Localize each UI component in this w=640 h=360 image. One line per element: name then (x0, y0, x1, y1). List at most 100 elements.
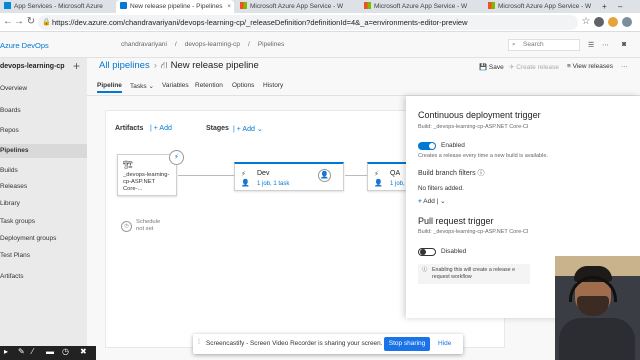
devops-icon (120, 2, 127, 9)
continuous-deployment-trigger-icon[interactable]: ⚡ (169, 150, 184, 165)
browser-tab-bar: App Services - Microsoft Azure New relea… (0, 0, 640, 13)
save-button[interactable]: 💾 Save (479, 63, 504, 71)
sidebar-item-label: Pipelines (0, 147, 29, 154)
tab-retention[interactable]: Retention (195, 82, 223, 89)
tab-label: Microsoft Azure App Service - W (374, 3, 468, 10)
sidebar-item-task-groups[interactable]: Task groups (0, 215, 87, 229)
sidebar-item-repos[interactable]: Repos (0, 124, 87, 138)
add-icon[interactable]: + (73, 59, 80, 73)
title-separator: › (153, 60, 157, 71)
close-icon[interactable]: ✖ (80, 347, 87, 356)
new-tab-icon[interactable]: + (602, 0, 607, 13)
add-filter-button[interactable]: + Add | ⌄ (418, 197, 446, 208)
sidebar-item-overview[interactable]: Overview (0, 82, 87, 96)
view-releases-button[interactable]: ≡ View releases (567, 63, 613, 70)
tab-label: App Services - Microsoft Azure (14, 3, 103, 10)
hide-button[interactable]: Hide (438, 340, 451, 347)
close-tab-icon[interactable]: × (227, 0, 231, 13)
extension-icon[interactable] (594, 17, 604, 27)
list-icon[interactable]: ☰ (588, 41, 594, 49)
search-placeholder: Search (523, 41, 544, 48)
browser-tab[interactable]: Microsoft Azure App Service - W (484, 0, 596, 13)
more-icon[interactable]: ⋯ (602, 41, 609, 49)
profile-avatar[interactable] (622, 17, 632, 27)
highlighter-icon[interactable]: ⁄ (32, 347, 33, 356)
sidebar-item-label: Boards (0, 107, 21, 114)
sidebar-item-pipelines[interactable]: Pipelines (0, 144, 87, 158)
tab-history[interactable]: History (263, 82, 283, 89)
sidebar-item-library[interactable]: Library (0, 197, 87, 211)
pen-icon[interactable]: ✎ (18, 347, 25, 356)
more-actions-button[interactable]: ··· (621, 63, 628, 70)
camera-icon[interactable]: ▸ (4, 347, 8, 356)
breadcrumb-org[interactable]: chandravariyani (121, 41, 167, 48)
stage-name: Dev (257, 170, 270, 177)
all-pipelines-link[interactable]: All pipelines (99, 60, 150, 71)
avatar[interactable]: ◙ (622, 41, 626, 48)
cd-trigger-toggle[interactable] (418, 142, 436, 150)
reload-icon[interactable]: ↻ (25, 16, 37, 28)
screen-share-bar: ⁞ Screencastify - Screen Video Recorder … (193, 334, 463, 354)
tab-variables[interactable]: Variables (162, 82, 189, 89)
add-stage-button[interactable]: | + Add ⌄ (233, 125, 263, 133)
stages-heading: Stages (206, 125, 229, 132)
page-title: All pipelines › ⛙ New release pipeline (99, 60, 259, 72)
stage-jobs-link[interactable]: 1 job, 1 task (257, 181, 289, 187)
pre-deployment-conditions-icon[interactable]: ⚡ 👤 (374, 170, 383, 188)
forward-icon[interactable]: → (13, 16, 25, 28)
info-icon[interactable]: ⓘ (478, 170, 485, 177)
lock-icon: 🔒 (42, 19, 51, 26)
extension-icon[interactable] (608, 17, 618, 27)
chevron-down-icon[interactable]: ⌄ (440, 198, 445, 205)
post-deployment-conditions-icon[interactable]: 👤 (318, 169, 331, 182)
sidebar-item-boards[interactable]: Boards (0, 104, 87, 118)
tab-options[interactable]: Options (232, 82, 254, 89)
sidebar-item-releases[interactable]: Releases (0, 180, 87, 194)
star-icon[interactable]: ☆ (580, 16, 592, 28)
browser-tab-active[interactable]: New release pipeline - Pipelines × (116, 0, 234, 13)
artifacts-heading: Artifacts (115, 125, 144, 132)
plus-icon: + (418, 198, 422, 205)
schedule-value: not set (136, 226, 154, 232)
sidebar-item-builds[interactable]: Builds (0, 164, 87, 178)
branch-filters-label: Build branch filters (418, 170, 476, 177)
url-input[interactable]: 🔒 https://dev.azure.com/chandravariyani/… (38, 15, 578, 30)
cd-trigger-build: Build: _devops-learning-cp-ASP.NET Core-… (418, 124, 529, 130)
schedule-icon[interactable]: ◷ (121, 221, 132, 232)
tab-tasks[interactable]: Tasks ⌄ (130, 82, 154, 90)
pr-trigger-toggle[interactable] (418, 248, 436, 256)
save-icon: 💾 (479, 64, 488, 71)
minimize-icon[interactable]: – (618, 0, 622, 13)
create-release-button[interactable]: ✈ Create release (509, 63, 559, 71)
schedule-label: Schedule (136, 219, 161, 225)
browser-tab[interactable]: Microsoft Azure App Service - W (360, 0, 480, 13)
browser-tab[interactable]: App Services - Microsoft Azure (0, 0, 116, 13)
add-filter-label: Add (423, 198, 435, 205)
search-input[interactable]: ⌕ Search (508, 39, 580, 51)
sidebar-item-test-plans[interactable]: Test Plans (0, 249, 87, 263)
drag-handle-icon[interactable]: ⁞ (198, 339, 200, 346)
sidebar-item-artifacts[interactable]: Artifacts (0, 270, 87, 284)
project-name[interactable]: devops-learning-cp (0, 63, 65, 70)
sidebar-item-deployment-groups[interactable]: Deployment groups (0, 232, 87, 246)
breadcrumb-project[interactable]: devops-learning-cp (185, 41, 240, 48)
chevron-down-icon: ⌄ (148, 83, 154, 90)
sidebar-item-label: Deployment groups (0, 235, 57, 242)
timer-icon[interactable]: ◷ (62, 347, 69, 356)
schedule-status: Schedule not set (136, 219, 160, 233)
pipeline-name[interactable]: New release pipeline (171, 60, 259, 71)
pr-info-box: ⓘ Enabling this will create a release e … (418, 264, 530, 284)
brand-logo[interactable]: Azure DevOps (0, 41, 49, 50)
browser-tab[interactable]: Microsoft Azure App Service - W (236, 0, 356, 13)
stop-sharing-button[interactable]: Stop sharing (384, 337, 430, 351)
url-text: https://dev.azure.com/chandravariyani/de… (52, 18, 468, 27)
artifact-card[interactable]: 🏗 _devops-learning-cp-ASP.NET Core-... ⚡ (117, 150, 184, 196)
breadcrumb-pipelines[interactable]: Pipelines (258, 41, 284, 48)
tab-pipeline[interactable]: Pipeline (97, 82, 122, 93)
pr-trigger-build: Build: _devops-learning-cp-ASP.NET Core-… (418, 229, 529, 235)
add-artifact-button[interactable]: | + Add (150, 125, 172, 132)
view-releases-label: View releases (572, 63, 613, 70)
webcam-toggle-icon[interactable]: ▬ (46, 347, 54, 356)
webcam-overlay (555, 256, 640, 360)
pre-deployment-conditions-icon[interactable]: ⚡ 👤 (241, 170, 250, 188)
